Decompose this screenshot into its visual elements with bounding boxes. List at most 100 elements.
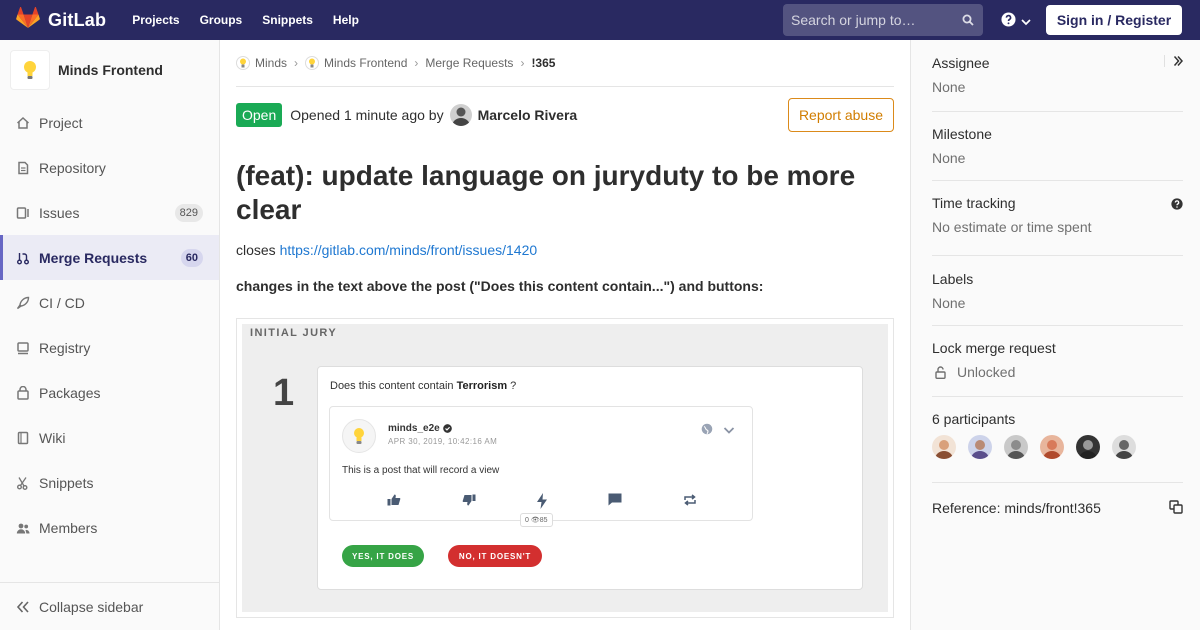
breadcrumb-current[interactable]: !365: [531, 56, 555, 70]
sidebar-item-wiki[interactable]: Wiki: [0, 415, 219, 460]
home-icon: [16, 116, 30, 130]
milestone-value: None: [932, 150, 966, 166]
main-content: Minds › Minds Frontend › Merge Requests …: [236, 40, 894, 618]
mr-right-sidebar: Assignee None Milestone None Time tracki…: [910, 40, 1200, 630]
author-name[interactable]: Marcelo Rivera: [478, 107, 578, 123]
sign-in-button[interactable]: Sign in / Register: [1046, 5, 1182, 35]
lightbulb-icon: [236, 56, 250, 70]
sidebar-item-registry[interactable]: Registry: [0, 325, 219, 370]
lock-label: Lock merge request: [932, 340, 1056, 356]
changes-text: changes in the text above the post ("Doe…: [236, 278, 764, 294]
help-dropdown[interactable]: [1001, 12, 1031, 32]
post-date: APR 30, 2019, 10:42:16 AM: [388, 437, 498, 446]
remind-icon: [683, 493, 697, 514]
collapse-sidebar-label: Collapse sidebar: [39, 598, 144, 615]
question-term: Terrorism: [456, 380, 508, 392]
participants-label: 6 participants: [932, 411, 1016, 427]
nav-snippets[interactable]: Snippets: [262, 13, 313, 27]
labels-label: Labels: [932, 271, 974, 287]
breadcrumb-minds-frontend[interactable]: Minds Frontend ›: [305, 56, 425, 70]
participant-avatar[interactable]: [1040, 435, 1064, 459]
sidebar-item-label: Repository: [39, 159, 106, 176]
embedded-screenshot[interactable]: INITIAL JURY 1 Does this content contain…: [236, 318, 894, 618]
collapse-sidebar-button[interactable]: Collapse sidebar: [0, 582, 219, 630]
search-input[interactable]: Search or jump to…: [783, 4, 983, 36]
time-tracking-label: Time tracking: [932, 195, 1016, 211]
doc-icon: [16, 161, 30, 175]
sidebar-item-merge-requests[interactable]: Merge Requests 60: [0, 235, 219, 280]
assignee-value: None: [932, 79, 966, 95]
copy-icon[interactable]: [1169, 500, 1183, 519]
status-badge: Open: [236, 103, 283, 127]
bolt-icon: [536, 493, 547, 514]
reference-label: Reference: minds/front!365: [932, 500, 1101, 516]
sidebar-item-packages[interactable]: Packages: [0, 370, 219, 415]
nav-groups[interactable]: Groups: [200, 13, 243, 27]
mr-description: closes https://gitlab.com/minds/front/is…: [236, 242, 894, 258]
milestone-label: Milestone: [932, 126, 992, 142]
sidebar-item-label: CI / CD: [39, 294, 85, 311]
participant-avatar[interactable]: [1004, 435, 1028, 459]
thumbs-up-icon: [387, 493, 401, 514]
book-icon: [16, 431, 30, 445]
participant-avatar[interactable]: [1076, 435, 1100, 459]
sidebar-item-members[interactable]: Members: [0, 505, 219, 550]
question-circle-icon[interactable]: [1171, 197, 1183, 215]
scissors-icon: [16, 476, 30, 490]
question-suffix: ?: [507, 380, 517, 392]
time-tracking-value: No estimate or time spent: [932, 219, 1092, 235]
project-sidebar: Minds Frontend Project Repository Issues…: [0, 40, 220, 630]
opened-info: Opened 1 minute ago by Marcelo Rivera: [290, 104, 577, 126]
lightbulb-icon: [305, 56, 320, 70]
sidebar-item-label: Snippets: [39, 474, 94, 491]
participant-avatar[interactable]: [1112, 435, 1136, 459]
search-placeholder: Search or jump to…: [791, 12, 916, 28]
thumbs-down-icon: [462, 493, 476, 514]
sidebar-item-label: Registry: [39, 339, 91, 356]
jury-question: Does this content contain Terrorism ?: [330, 380, 516, 392]
project-header[interactable]: Minds Frontend: [0, 40, 219, 100]
closes-prefix: closes: [236, 242, 280, 258]
gitlab-home-link[interactable]: GitLab: [16, 6, 106, 34]
top-navbar: GitLab Projects Groups Snippets Help Sea…: [0, 0, 1200, 40]
question-prefix: Does this content contain: [330, 380, 457, 392]
sidebar-item-project[interactable]: Project: [0, 100, 219, 145]
sidebar-item-ci-cd[interactable]: CI / CD: [0, 280, 219, 325]
nav-projects[interactable]: Projects: [132, 13, 179, 27]
issue-link[interactable]: https://gitlab.com/minds/front/issues/14…: [280, 242, 538, 258]
nav-help[interactable]: Help: [333, 13, 359, 27]
lightbulb-icon: [354, 428, 364, 444]
sidebar-item-label: Project: [39, 114, 83, 131]
author-avatar[interactable]: [449, 104, 472, 126]
participants-list: [932, 435, 1183, 459]
sidebar-item-issues[interactable]: Issues 829: [0, 190, 219, 235]
mr-title: (feat): update language on juryduty to b…: [236, 160, 856, 225]
post-username-text: minds_e2e: [388, 423, 440, 434]
project-name: Minds Frontend: [58, 62, 163, 78]
post-counter: 0 👁85: [520, 513, 553, 527]
verified-icon: [442, 424, 452, 433]
jury-step-number: 1: [273, 372, 295, 414]
double-chevron-left-icon: [16, 600, 30, 613]
post-preview: minds_e2e APR 30, 2019, 10:42:16 AM This…: [329, 406, 753, 527]
sidebar-item-repository[interactable]: Repository: [0, 145, 219, 190]
comment-icon: [608, 493, 622, 514]
project-avatar: [10, 50, 50, 90]
participant-avatar[interactable]: [968, 435, 992, 459]
report-abuse-button[interactable]: Report abuse: [787, 98, 894, 132]
lock-value-row: Unlocked: [932, 364, 1183, 380]
participant-avatar[interactable]: [932, 435, 956, 459]
jury-heading: INITIAL JURY: [250, 327, 338, 339]
labels-value: None: [932, 295, 966, 311]
nav-links: Projects Groups Snippets Help: [132, 13, 379, 27]
container-icon: [16, 341, 30, 355]
breadcrumb-merge-requests[interactable]: Merge Requests ›: [425, 56, 531, 70]
issues-icon: [16, 206, 30, 220]
sidebar-item-snippets[interactable]: Snippets: [0, 460, 219, 505]
sidebar-item-label: Wiki: [39, 429, 66, 446]
collapse-right-sidebar-icon[interactable]: [1164, 55, 1183, 67]
jury-card: Does this content contain Terrorism ? mi…: [317, 366, 863, 590]
breadcrumb-label: Minds Frontend: [324, 56, 408, 70]
question-circle-icon: [1001, 12, 1016, 32]
breadcrumb-minds[interactable]: Minds ›: [236, 56, 305, 70]
